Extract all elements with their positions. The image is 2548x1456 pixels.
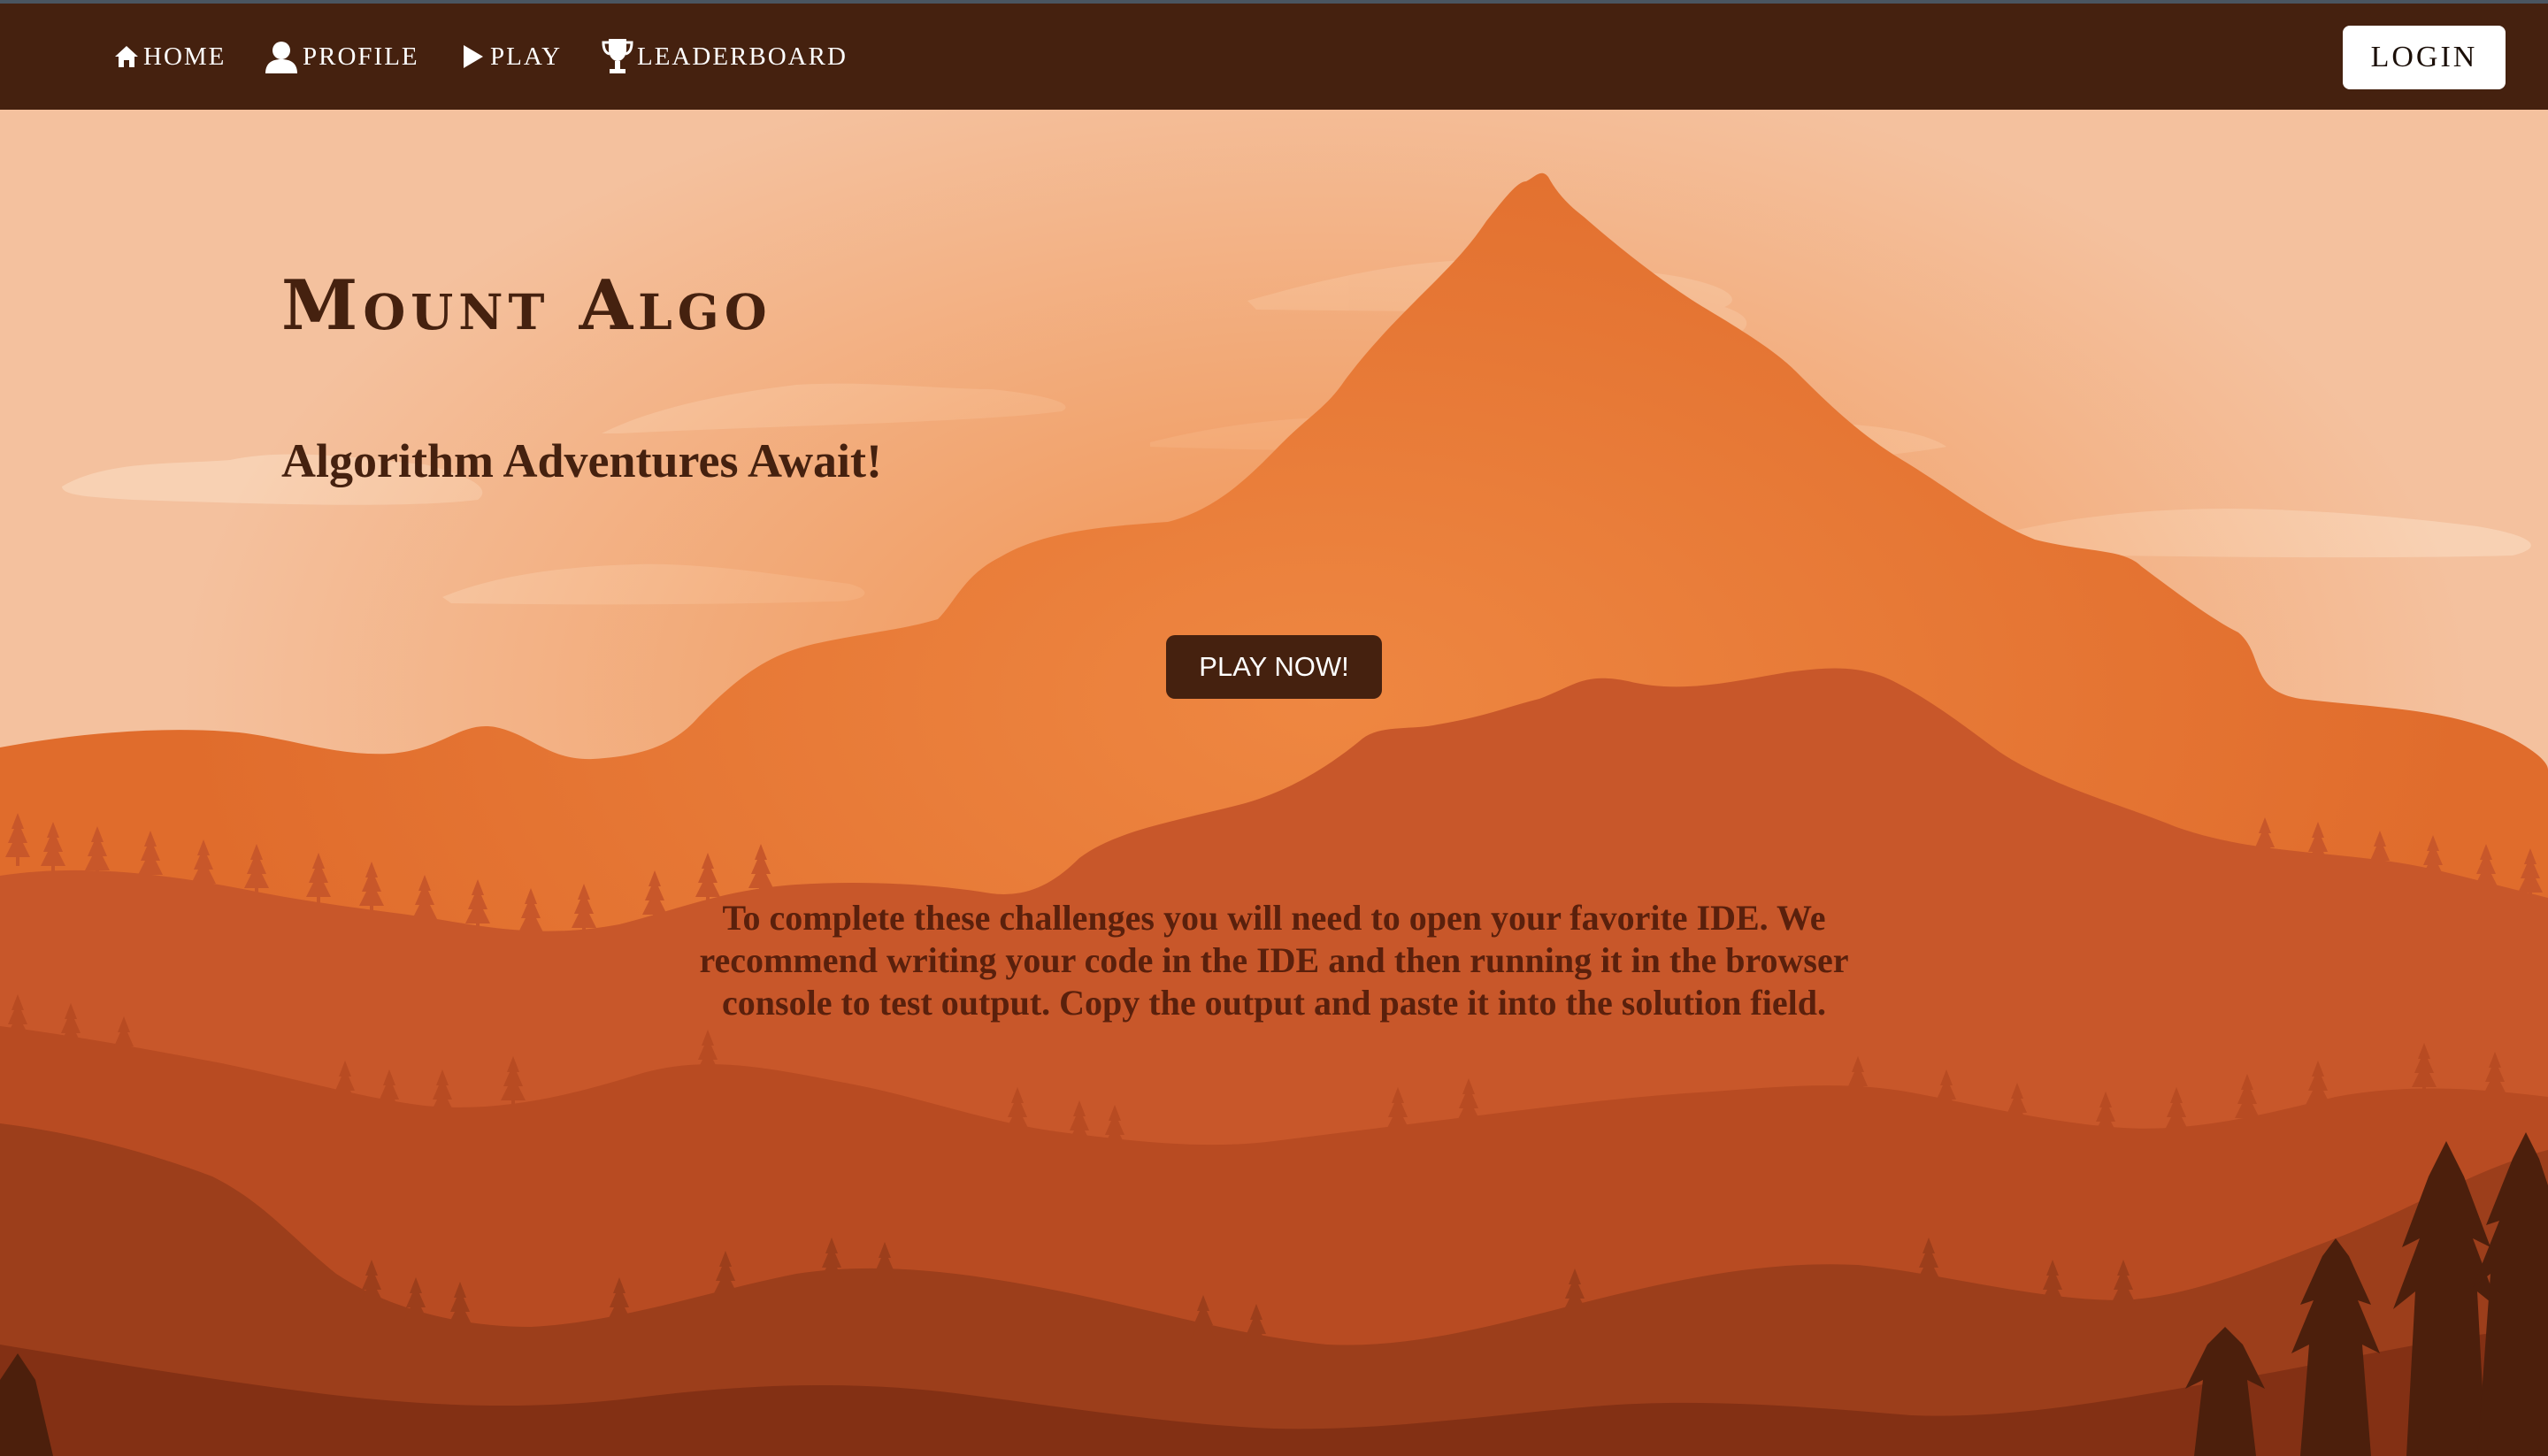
site-title: Mount Algo — [281, 265, 772, 346]
tagline: Algorithm Adventures Await! — [281, 434, 882, 487]
login-button[interactable]: LOGIN — [2343, 26, 2506, 89]
nav-home-link[interactable]: HOME — [113, 4, 226, 110]
nav-leaderboard-label: LEADERBOARD — [637, 42, 848, 71]
nav-profile-link[interactable]: PROFILE — [264, 4, 419, 110]
mountain-landscape-background — [0, 0, 2548, 1456]
top-navbar: HOME PROFILE PLAY LEADERBOARD LOGIN — [0, 0, 2548, 110]
page: HOME PROFILE PLAY LEADERBOARD LOGIN Moun… — [0, 0, 2548, 1456]
nav-home-label: HOME — [143, 42, 226, 71]
home-icon — [113, 44, 143, 69]
play-icon — [460, 43, 490, 70]
trophy-icon — [602, 37, 637, 76]
user-icon — [264, 40, 303, 73]
nav-leaderboard-link[interactable]: LEADERBOARD — [602, 4, 848, 110]
nav-profile-label: PROFILE — [303, 42, 419, 71]
play-now-button[interactable]: PLAY NOW! — [1166, 635, 1382, 699]
nav-play-label: PLAY — [490, 42, 563, 71]
nav-play-link[interactable]: PLAY — [460, 4, 562, 110]
instructions-text: To complete these challenges you will ne… — [699, 898, 1849, 1023]
